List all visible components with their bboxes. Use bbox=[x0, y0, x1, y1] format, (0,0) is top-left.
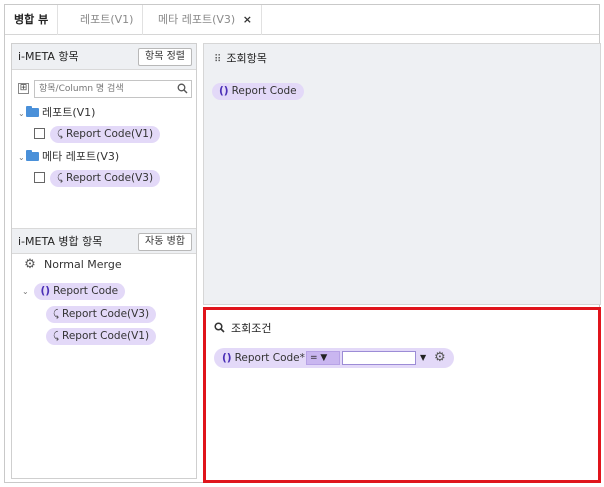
search-icon[interactable] bbox=[177, 83, 188, 94]
operator-value: = bbox=[310, 353, 318, 363]
gear-icon[interactable]: ⚙ bbox=[434, 349, 446, 367]
meta-panel-header: i-META 항목 항목 정렬 bbox=[12, 44, 196, 70]
merge-child-label: Report Code(V1) bbox=[62, 330, 150, 342]
left-column: i-META 항목 항목 정렬 ⊞ ⌄레포트(V1) ⤹Report Code(… bbox=[11, 43, 197, 479]
tab-bar: 병합 뷰 레포트(V1) 메타 레포트(V3) × bbox=[5, 5, 599, 35]
item-checkbox[interactable] bbox=[34, 172, 45, 183]
item-label: Report Code(V1) bbox=[66, 128, 154, 140]
query-item[interactable]: () Report Code bbox=[212, 82, 304, 100]
condition-field: Report Code* bbox=[234, 352, 305, 364]
query-conditions-panel: 조회조건 () Report Code* = ▼ ▼ ⚙ bbox=[203, 307, 601, 483]
query-item-pill: () Report Code bbox=[212, 83, 304, 100]
link-icon: ⤹ bbox=[53, 309, 59, 320]
chevron-down-icon[interactable]: ▼ bbox=[420, 351, 426, 365]
folder-label: 레포트(V1) bbox=[42, 106, 96, 119]
auto-merge-button[interactable]: 자동 병합 bbox=[138, 233, 192, 251]
tab-merge-view-label: 병합 뷰 bbox=[14, 13, 49, 26]
link-icon: ⤹ bbox=[53, 331, 59, 342]
tab-meta-report-v3-label: 메타 레포트(V3) bbox=[158, 13, 236, 26]
item-checkbox[interactable] bbox=[34, 128, 45, 139]
parentheses-icon: () bbox=[222, 352, 232, 364]
sort-items-button[interactable]: 항목 정렬 bbox=[138, 48, 192, 66]
folder-icon bbox=[26, 106, 39, 117]
tab-merge-view[interactable]: 병합 뷰 bbox=[5, 5, 59, 35]
tree-item-report-code-v1[interactable]: ⤹ Report Code(V1) bbox=[34, 125, 161, 143]
merge-root-pill: () Report Code bbox=[33, 283, 126, 300]
merge-panel-title: i-META 병합 항목 bbox=[18, 235, 103, 248]
close-icon[interactable]: × bbox=[243, 13, 252, 26]
tree-folder-meta-report-v3[interactable]: ⌄ 메타 레포트(V3) bbox=[18, 148, 119, 166]
tab-report-v1[interactable]: 레포트(V1) bbox=[71, 5, 144, 35]
query-items-panel: ⠿ 조회항목 () Report Code bbox=[203, 43, 601, 305]
query-items-title: 조회항목 bbox=[226, 52, 267, 65]
link-icon: ⤹ bbox=[57, 173, 63, 184]
item-pill: ⤹ Report Code(V3) bbox=[50, 170, 161, 187]
tree-folder-report-v1[interactable]: ⌄ 레포트(V1) bbox=[18, 104, 95, 122]
parentheses-icon: () bbox=[219, 85, 229, 97]
query-conditions-title: 조회조건 bbox=[231, 322, 272, 335]
condition-label: () Report Code* bbox=[222, 348, 305, 368]
tab-report-v1-label: 레포트(V1) bbox=[80, 13, 134, 26]
chevron-down-icon: ▼ bbox=[320, 353, 328, 363]
folder-label: 메타 레포트(V3) bbox=[42, 150, 120, 163]
grid-icon: ⠿ bbox=[214, 54, 221, 65]
merge-child-label: Report Code(V3) bbox=[62, 308, 150, 320]
search-icon bbox=[214, 322, 225, 333]
window-frame: 병합 뷰 레포트(V1) 메타 레포트(V3) × i-META 항목 항목 정… bbox=[4, 4, 601, 483]
merge-child-row[interactable]: ⤹ Report Code(V3) bbox=[46, 305, 157, 323]
merge-child-row[interactable]: ⤹ Report Code(V1) bbox=[46, 327, 157, 345]
condition-value-input[interactable] bbox=[342, 351, 416, 365]
tree-item-report-code-v3[interactable]: ⤹ Report Code(V3) bbox=[34, 169, 161, 187]
merge-root-row[interactable]: ⌄ () Report Code bbox=[22, 282, 126, 301]
link-icon: ⤹ bbox=[57, 129, 63, 140]
expand-all-icon[interactable]: ⊞ bbox=[18, 83, 29, 94]
search-input[interactable] bbox=[34, 80, 192, 98]
tab-meta-report-v3[interactable]: 메타 레포트(V3) × bbox=[149, 5, 262, 35]
search-row: ⊞ bbox=[18, 80, 192, 98]
merge-panel-header: i-META 병합 항목 자동 병합 bbox=[12, 228, 196, 254]
merge-type-label: Normal Merge bbox=[44, 258, 122, 271]
merge-type-row[interactable]: ⚙ Normal Merge bbox=[22, 256, 122, 274]
query-items-header: ⠿ 조회항목 bbox=[214, 50, 267, 66]
chevron-down-icon[interactable]: ⌄ bbox=[18, 149, 26, 167]
chevron-down-icon[interactable]: ⌄ bbox=[22, 283, 30, 301]
merge-child-pill: ⤹ Report Code(V1) bbox=[46, 328, 157, 345]
gear-icon[interactable]: ⚙ bbox=[22, 256, 38, 274]
chevron-down-icon[interactable]: ⌄ bbox=[18, 105, 26, 123]
folder-icon bbox=[26, 150, 39, 161]
item-pill: ⤹ Report Code(V1) bbox=[50, 126, 161, 143]
operator-select[interactable]: = ▼ bbox=[306, 351, 340, 365]
merge-root-label: Report Code bbox=[53, 285, 119, 297]
condition-row: () Report Code* = ▼ ▼ ⚙ bbox=[214, 348, 454, 368]
query-item-label: Report Code bbox=[231, 85, 297, 97]
meta-panel-title: i-META 항목 bbox=[18, 50, 79, 63]
query-conditions-header: 조회조건 bbox=[214, 320, 271, 336]
merge-child-pill: ⤹ Report Code(V3) bbox=[46, 306, 157, 323]
item-label: Report Code(V3) bbox=[66, 172, 154, 184]
parentheses-icon: () bbox=[40, 285, 51, 297]
